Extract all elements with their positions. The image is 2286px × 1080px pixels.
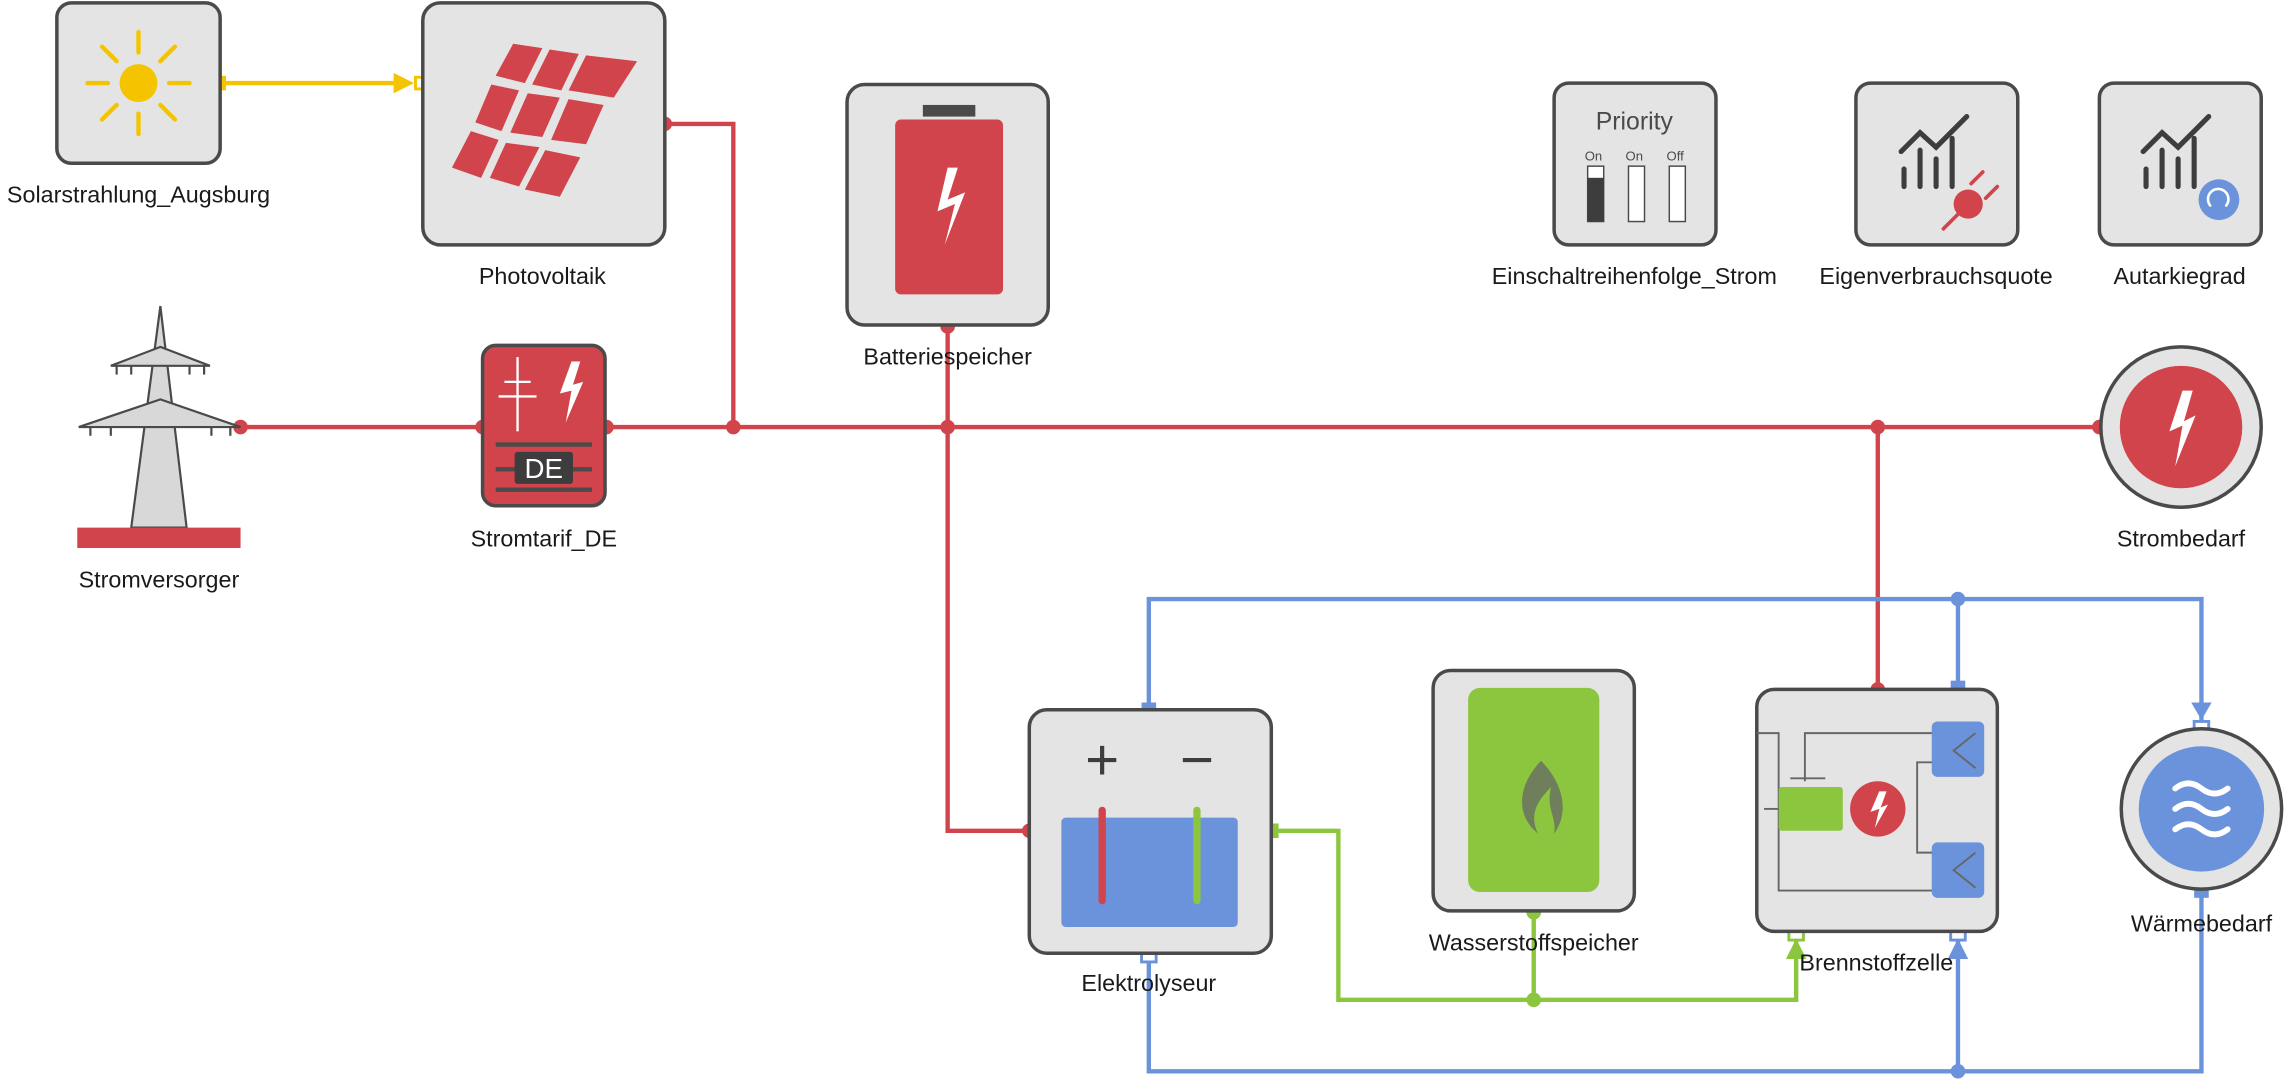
node-eigenverbrauchsquote[interactable]: Eigenverbrauchsquote (1819, 81, 2053, 289)
node-label: Solarstrahlung_Augsburg (7, 182, 270, 208)
sun-icon (85, 29, 192, 137)
node-label: Eigenverbrauchsquote (1819, 263, 2052, 289)
electrolyser-power-connection[interactable] (945, 427, 1030, 833)
minus-sign: − (1180, 728, 1214, 793)
node-label: Photovoltaik (479, 263, 606, 289)
node-stromversorger[interactable]: Stromversorger (77, 305, 241, 592)
node-label: Elektrolyseur (1081, 970, 1216, 996)
node-label: Brennstoffzelle (1799, 950, 1953, 976)
node-label: Wärmebedarf (2131, 910, 2273, 936)
switch-state: Off (1667, 148, 1685, 163)
junction[interactable] (1950, 1063, 1966, 1079)
node-photovoltaik[interactable]: Photovoltaik (421, 1, 667, 289)
node-brennstoffzelle[interactable]: Brennstoffzelle (1755, 687, 2000, 976)
pv-connection[interactable] (664, 121, 736, 428)
heat-supply-connection[interactable] (1146, 596, 2204, 723)
node-stromtarif[interactable]: DE Stromtarif_DE (471, 343, 617, 552)
node-label: Strombedarf (2117, 526, 2246, 552)
junction[interactable] (1870, 419, 1886, 435)
node-label: Wasserstoffspeicher (1429, 929, 1639, 955)
arrow-icon (393, 72, 415, 94)
ground-bar (77, 527, 241, 549)
priority-title: Priority (1596, 109, 1674, 136)
node-label: Stromtarif_DE (471, 526, 617, 552)
junction[interactable] (726, 419, 741, 435)
node-label: Batteriespeicher (863, 343, 1032, 369)
arrow-icon (2191, 702, 2212, 720)
node-strombedarf[interactable]: Strombedarf (2099, 345, 2263, 552)
node-batteriespeicher[interactable]: Batteriespeicher (845, 82, 1050, 370)
hydrogen-tank-icon (1468, 687, 1600, 892)
junction[interactable] (1526, 992, 1542, 1008)
energy-diagram-canvas: Solarstrahlung_Augsburg Photovoltaik Bat… (7, 1, 2284, 1079)
node-label: Einschaltreihenfolge_Strom (1492, 263, 1777, 289)
switch-state: On (1585, 148, 1603, 163)
junction[interactable] (1950, 591, 1966, 607)
junction[interactable] (940, 419, 955, 435)
switch-state: On (1626, 148, 1644, 163)
node-autarkiegrad[interactable]: Autarkiegrad (2097, 81, 2263, 289)
heat-return-connection[interactable] (1146, 890, 2204, 1074)
node-label: Stromversorger (79, 566, 240, 592)
lightning-icon (2119, 365, 2243, 489)
battery-icon (895, 104, 1004, 295)
node-elektrolyseur[interactable]: + − Elektrolyseur (1027, 708, 1274, 996)
tariff-badge: DE (525, 453, 563, 484)
node-solar[interactable]: Solarstrahlung_Augsburg (7, 1, 270, 208)
electrolyser-icon (1061, 806, 1238, 927)
plus-sign: + (1085, 728, 1119, 793)
power-pylon-icon (78, 305, 241, 529)
node-wasserstoffspeicher[interactable]: Wasserstoffspeicher (1429, 668, 1639, 955)
node-label: Autarkiegrad (2113, 263, 2245, 289)
node-einschaltreihenfolge[interactable]: Priority On On Off Einschaltreihenfolge_… (1492, 81, 1777, 289)
